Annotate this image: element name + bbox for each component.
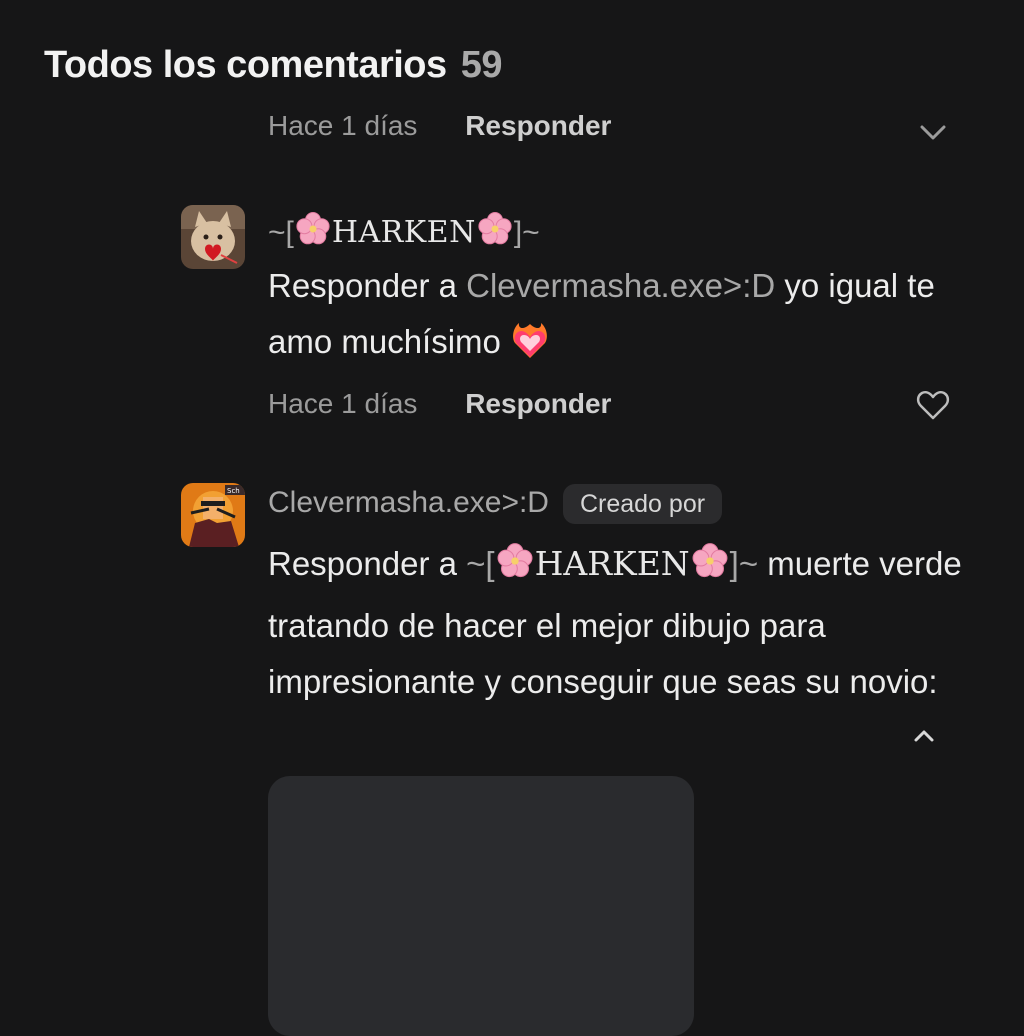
cherry-blossom-icon [690, 541, 730, 598]
mention-link[interactable]: ~[HARKEN]~ [466, 543, 758, 583]
comment-time: Hace 1 días [268, 388, 418, 419]
comments-header: Todos los comentarios 59 [44, 44, 502, 87]
comment-image-placeholder[interactable] [268, 776, 694, 1036]
svg-text:Sch: Sch [227, 487, 240, 495]
comment-username[interactable]: ~[HARKEN]~ [268, 210, 540, 256]
cherry-blossom-icon [495, 541, 535, 598]
comment-text: Responder a Clevermasha.exe>:D yo igual … [268, 258, 968, 378]
reply-button[interactable]: Responder [465, 388, 611, 419]
avatar[interactable]: Sch [181, 483, 245, 547]
creator-badge: Creado por [562, 484, 723, 524]
drawing-avatar-icon: Sch [181, 483, 245, 547]
cherry-blossom-icon [294, 210, 332, 256]
comments-title: Todos los comentarios [44, 44, 447, 86]
mention-link[interactable]: Clevermasha.exe>:D [466, 267, 775, 304]
like-heart-icon[interactable] [916, 388, 950, 422]
avatar[interactable] [181, 205, 245, 269]
comment-text: Responder a ~[HARKEN]~ muerte verde trat… [268, 536, 968, 710]
comments-count: 59 [460, 44, 503, 86]
chevron-up-icon[interactable] [910, 722, 938, 750]
clipped-comment-meta: Hace 1 días Responder [0, 112, 1024, 146]
chevron-down-icon[interactable] [918, 118, 948, 148]
comment-time: Hace 1 días [268, 112, 418, 141]
comment-meta: Hace 1 días Responder [268, 388, 611, 420]
cherry-blossom-icon [476, 210, 514, 256]
reply-button[interactable]: Responder [465, 112, 611, 141]
heart-on-fire-icon [510, 321, 550, 378]
cat-avatar-icon [181, 205, 245, 269]
comment-username[interactable]: Clevermasha.exe>:D Creado por [268, 484, 723, 524]
comment-meta: Hace 1 días Responder [268, 112, 611, 142]
